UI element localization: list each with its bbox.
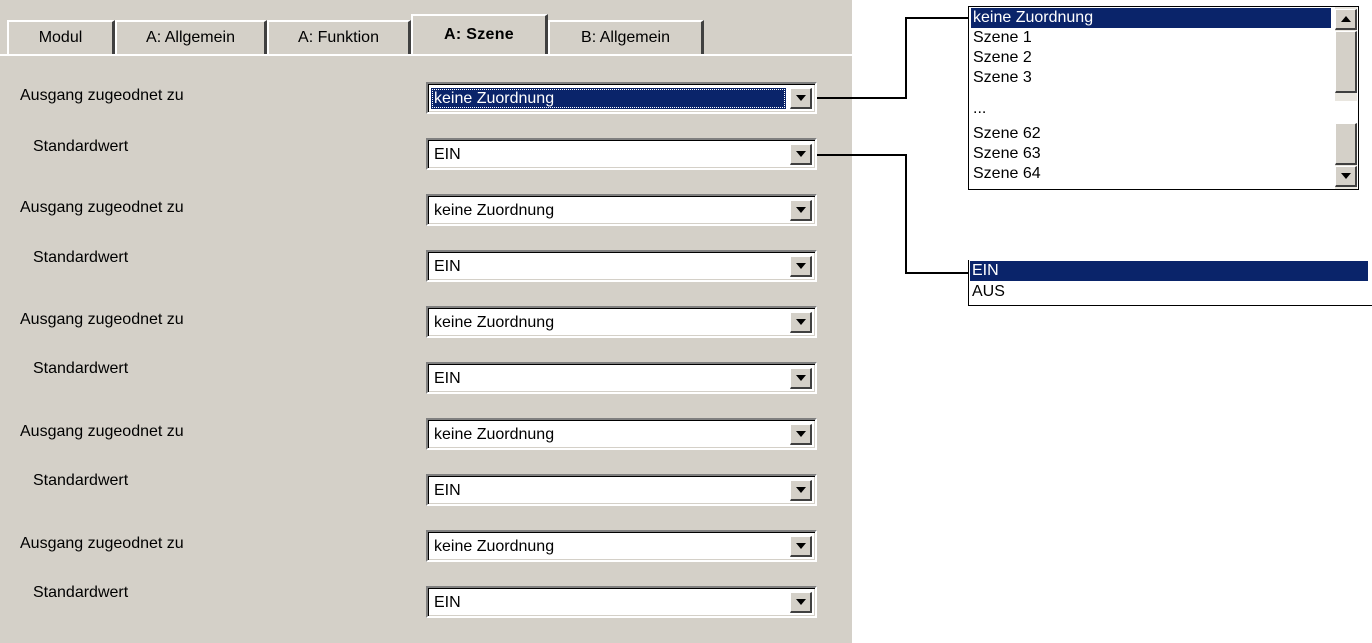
scrollbar[interactable]: [1335, 7, 1357, 101]
combo-value: EIN: [434, 594, 461, 611]
scrollbar[interactable]: [1335, 123, 1357, 189]
connector-line: [817, 97, 906, 99]
dropdown-button[interactable]: [790, 312, 812, 333]
combo-value: keine Zuordnung: [434, 202, 555, 219]
output-assignment-label: Ausgang zugeodnet zu: [20, 199, 184, 216]
tab-a-allgemein[interactable]: A: Allgemein: [115, 20, 267, 54]
default-value-dropdown-list: EIN AUS: [968, 260, 1372, 306]
chevron-down-icon: [795, 207, 806, 213]
connector-line: [905, 17, 907, 99]
chevron-down-icon: [795, 263, 806, 269]
chevron-down-icon: [795, 95, 806, 101]
tab-label: Modul: [38, 29, 83, 46]
connector-line: [905, 154, 907, 274]
combo-value: keine Zuordnung: [434, 314, 555, 331]
chevron-down-icon: [1340, 173, 1351, 179]
default-value-label: Standardwert: [33, 360, 129, 377]
list-break: [969, 115, 1358, 123]
tab-label: A: Funktion: [298, 29, 379, 46]
list-item[interactable]: keine Zuordnung: [971, 8, 1331, 28]
chevron-down-icon: [795, 431, 806, 437]
dropdown-button[interactable]: [790, 88, 812, 109]
connector-line: [905, 17, 969, 19]
combo-value: keine Zuordnung: [434, 538, 555, 555]
default-value-select[interactable]: EIN: [426, 586, 817, 618]
default-value-select[interactable]: EIN: [426, 362, 817, 394]
tab-strip-border: [0, 54, 852, 56]
combo-value: keine Zuordnung: [431, 88, 786, 109]
combo-value: EIN: [434, 482, 461, 499]
output-assignment-label: Ausgang zugeodnet zu: [20, 87, 184, 104]
dropdown-button[interactable]: [790, 368, 812, 389]
list-item[interactable]: Szene 2: [973, 48, 1032, 68]
chevron-up-icon: [1340, 16, 1351, 22]
output-assignment-select[interactable]: keine Zuordnung: [426, 530, 817, 562]
chevron-down-icon: [795, 543, 806, 549]
tab-a-funktion[interactable]: A: Funktion: [267, 20, 411, 54]
chevron-down-icon: [795, 319, 806, 325]
output-assignment-select[interactable]: keine Zuordnung: [426, 82, 817, 114]
dropdown-button[interactable]: [790, 480, 812, 501]
default-value-label: Standardwert: [33, 584, 129, 601]
dropdown-button[interactable]: [790, 200, 812, 221]
scrollbar-thumb[interactable]: [1335, 31, 1357, 93]
list-item[interactable]: Szene 3: [973, 68, 1032, 88]
combo-value: EIN: [434, 258, 461, 275]
chevron-down-icon: [795, 151, 806, 157]
tab-label: A: Szene: [444, 26, 514, 43]
dropdown-button[interactable]: [790, 536, 812, 557]
default-value-select[interactable]: EIN: [426, 474, 817, 506]
dialog-panel: Modul A: Allgemein A: Funktion A: Szene …: [0, 0, 852, 643]
tab-label: B: Allgemein: [581, 29, 670, 46]
list-item[interactable]: Szene 64: [973, 164, 1041, 184]
combo-value: EIN: [434, 370, 461, 387]
output-assignment-label: Ausgang zugeodnet zu: [20, 311, 184, 328]
default-value-label: Standardwert: [33, 472, 129, 489]
tab-a-szene[interactable]: A: Szene: [411, 14, 548, 54]
dropdown-button[interactable]: [790, 424, 812, 445]
tab-b-allgemein[interactable]: B: Allgemein: [548, 20, 704, 54]
list-item[interactable]: EIN: [970, 261, 1368, 281]
list-item[interactable]: Szene 63: [973, 144, 1041, 164]
combo-value: EIN: [434, 146, 461, 163]
scroll-up-button[interactable]: [1335, 9, 1357, 30]
default-value-select[interactable]: EIN: [426, 250, 817, 282]
scrollbar-thumb[interactable]: [1335, 123, 1357, 165]
dropdown-button[interactable]: [790, 592, 812, 613]
default-value-label: Standardwert: [33, 249, 129, 266]
tab-label: A: Allgemein: [146, 29, 235, 46]
tab-modul[interactable]: Modul: [7, 20, 115, 54]
scroll-down-button[interactable]: [1335, 166, 1357, 187]
list-item[interactable]: Szene 1: [973, 28, 1032, 48]
output-assignment-label: Ausgang zugeodnet zu: [20, 535, 184, 552]
chevron-down-icon: [795, 487, 806, 493]
dropdown-button[interactable]: [790, 256, 812, 277]
output-assignment-select[interactable]: keine Zuordnung: [426, 306, 817, 338]
chevron-down-icon: [795, 375, 806, 381]
output-assignment-select[interactable]: keine Zuordnung: [426, 194, 817, 226]
output-assignment-select[interactable]: keine Zuordnung: [426, 418, 817, 450]
default-value-select[interactable]: EIN: [426, 138, 817, 170]
dropdown-button[interactable]: [790, 144, 812, 165]
output-assignment-label: Ausgang zugeodnet zu: [20, 423, 184, 440]
connector-line: [817, 154, 906, 156]
combo-value: keine Zuordnung: [434, 426, 555, 443]
default-value-label: Standardwert: [33, 138, 129, 155]
list-item[interactable]: AUS: [972, 282, 1005, 302]
scene-dropdown-list: keine Zuordnung Szene 1 Szene 2 Szene 3 …: [968, 6, 1359, 190]
list-item[interactable]: Szene 62: [973, 124, 1041, 144]
chevron-down-icon: [795, 599, 806, 605]
connector-line: [905, 272, 969, 274]
